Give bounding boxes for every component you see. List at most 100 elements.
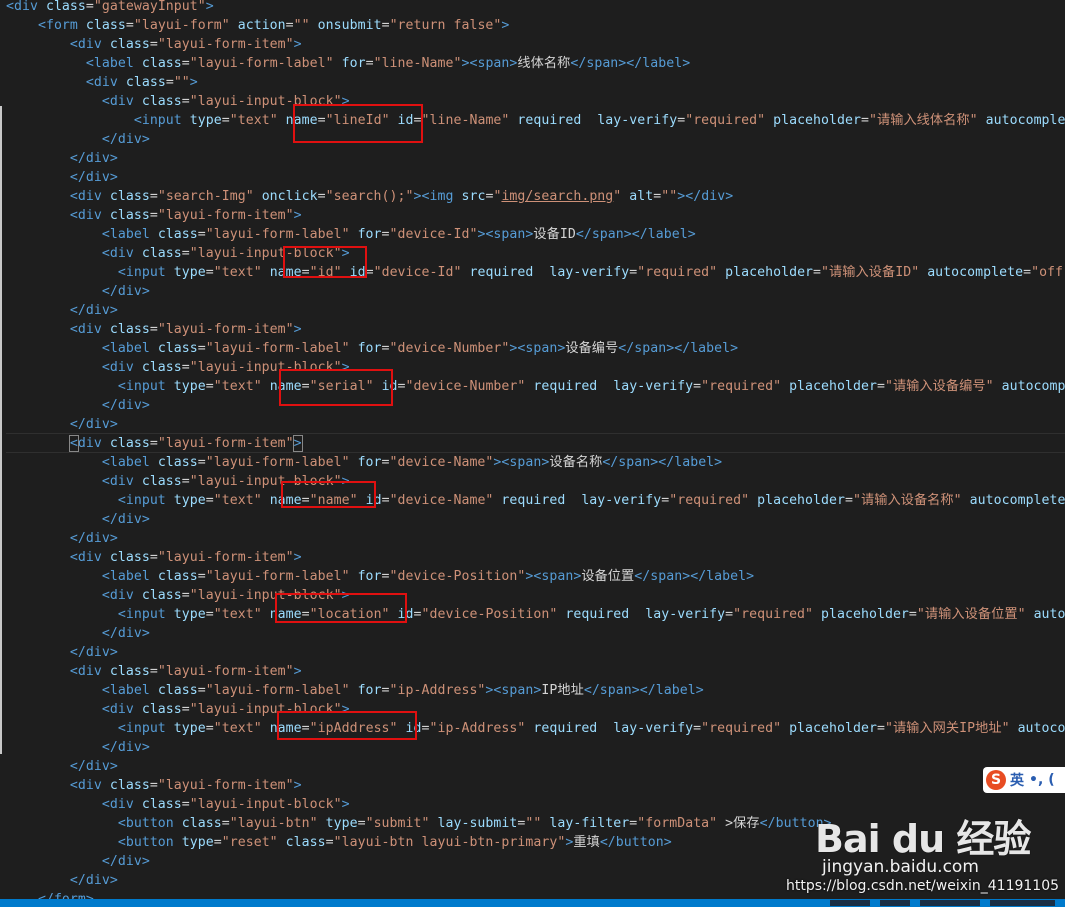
code-token: class [109, 778, 150, 793]
code-line[interactable]: <label class="layui-form-label" for="dev… [6, 567, 754, 586]
csdn-url-watermark: https://blog.csdn.net/weixin_41191105 [786, 878, 1060, 894]
code-line[interactable]: </div> [6, 529, 118, 548]
code-line[interactable]: </div> [6, 738, 150, 757]
ime-toolbar[interactable]: S 英 •, ( [983, 767, 1065, 793]
code-token: 设备编号 [565, 341, 619, 356]
code-token: name [261, 379, 302, 394]
code-token: id [373, 379, 398, 394]
code-line[interactable]: </div> [6, 852, 150, 871]
code-line[interactable]: <div class="layui-form-item"> [6, 548, 302, 567]
code-token: "请输入网关IP地址" [884, 721, 1010, 736]
code-line[interactable]: <input type="text" name="name" id="devic… [6, 491, 1065, 510]
code-line[interactable]: </div> [6, 168, 118, 187]
code-line[interactable]: </div> [6, 871, 118, 890]
code-line[interactable]: <div class="layui-form-item"> [6, 35, 302, 54]
code-token: id [389, 607, 414, 622]
code-token: <div [101, 360, 142, 375]
code-line[interactable]: <div class="gatewayInput"> [6, 0, 214, 16]
ime-language[interactable]: 英 [1010, 770, 1024, 790]
code-token: class [45, 0, 86, 14]
code-line[interactable]: <div class="layui-input-block"> [6, 472, 350, 491]
code-line[interactable]: <div class="search-Img" onclick="search(… [6, 187, 733, 206]
code-token: = [181, 246, 190, 261]
code-line[interactable]: </div> [6, 643, 118, 662]
code-token: = [876, 379, 885, 394]
code-token: "gatewayInput" [93, 0, 206, 14]
code-token: onclick [253, 189, 318, 204]
code-line[interactable]: <div class="layui-form-item"> [6, 206, 302, 225]
code-line[interactable]: <div class="layui-input-block"> [6, 358, 350, 377]
code-token: </label> [639, 683, 704, 698]
code-line[interactable]: <div class="layui-input-block"> [6, 586, 350, 605]
code-token: <div [69, 664, 110, 679]
code-line[interactable]: <form class="layui-form" action="" onsub… [6, 16, 509, 35]
code-line[interactable]: <button class="layui-btn" type="submit" … [6, 814, 832, 833]
code-token: name [261, 721, 302, 736]
code-line[interactable]: <label class="layui-form-label" for="ip-… [6, 681, 704, 700]
code-line[interactable]: </div> [6, 149, 118, 168]
code-token: = [205, 379, 214, 394]
code-token: <label [101, 683, 158, 698]
code-line[interactable]: <input type="text" name="location" id="d… [6, 605, 1065, 624]
code-line[interactable]: </form> [6, 890, 94, 899]
code-token: <div [69, 208, 110, 223]
code-line[interactable]: <input type="text" name="lineId" id="lin… [6, 111, 1065, 130]
code-token: "required" [637, 265, 718, 280]
code-line[interactable]: </div> [6, 130, 150, 149]
code-token: autoco [1009, 721, 1065, 736]
code-editor[interactable]: <div class="gatewayInput"> <form class="… [0, 0, 1065, 899]
code-line[interactable]: </div> [6, 415, 118, 434]
code-line[interactable]: <label class="layui-form-label" for="dev… [6, 339, 738, 358]
code-token: class [141, 246, 182, 261]
code-token: class [109, 664, 150, 679]
code-token: "layui-form-label" [189, 56, 334, 71]
code-token: </div> [101, 398, 150, 413]
code-token: "请输入设备名称" [853, 493, 962, 508]
code-line[interactable]: <div class="layui-input-block"> [6, 244, 350, 263]
code-line[interactable]: <div class="layui-form-item"> [6, 662, 302, 681]
code-token: for [349, 455, 382, 470]
code-token: "search-Img" [157, 189, 254, 204]
code-line[interactable]: <button type="reset" class="layui-btn la… [6, 833, 672, 852]
ime-extra[interactable]: ( [1048, 772, 1054, 788]
code-token: = [125, 18, 134, 33]
code-token: > [341, 702, 350, 717]
code-line[interactable]: <div class="layui-input-block"> [6, 700, 350, 719]
code-token: = [181, 94, 190, 109]
code-token: <div [101, 588, 142, 603]
code-line[interactable]: <div class="layui-input-block"> [6, 795, 350, 814]
code-token: placeholder [781, 721, 877, 736]
code-token: class [157, 341, 198, 356]
code-line[interactable]: <div class="layui-form-item"> [6, 433, 1065, 453]
code-line[interactable]: <input type="text" name="ipAddress" id="… [6, 719, 1065, 738]
code-line[interactable]: <input type="text" name="id" id="device-… [6, 263, 1063, 282]
code-line[interactable]: </div> [6, 624, 150, 643]
code-line[interactable]: </div> [6, 510, 150, 529]
code-line[interactable]: <div class=""> [6, 73, 198, 92]
code-token: required lay-verify [509, 113, 678, 128]
ime-punctuation[interactable]: •, [1029, 772, 1043, 788]
code-token: "text" [213, 721, 262, 736]
code-token: = [85, 0, 94, 14]
code-token: > [341, 360, 350, 375]
code-line[interactable]: <label class="layui-form-label" for="dev… [6, 225, 696, 244]
code-token: > [501, 18, 510, 33]
code-line[interactable]: <div class="layui-input-block"> [6, 92, 350, 111]
code-token: = [301, 265, 310, 280]
code-token: class [141, 56, 182, 71]
code-token: <div [69, 778, 110, 793]
code-line[interactable]: </div> [6, 757, 118, 776]
code-line[interactable]: <div class="layui-form-item"> [6, 776, 302, 795]
code-token: </div> [101, 626, 150, 641]
code-line[interactable]: </div> [6, 301, 118, 320]
code-line[interactable]: <label class="layui-form-label" for="dev… [6, 453, 722, 472]
code-token: = [197, 455, 206, 470]
code-line[interactable]: <div class="layui-form-item"> [6, 320, 302, 339]
code-token: "" [173, 75, 190, 90]
code-line[interactable]: </div> [6, 396, 150, 415]
code-token: name [261, 493, 302, 508]
code-line[interactable]: </div> [6, 282, 150, 301]
code-line[interactable]: <label class="layui-form-label" for="lin… [6, 54, 690, 73]
code-token: < [68, 435, 79, 452]
code-line[interactable]: <input type="text" name="serial" id="dev… [6, 377, 1065, 396]
